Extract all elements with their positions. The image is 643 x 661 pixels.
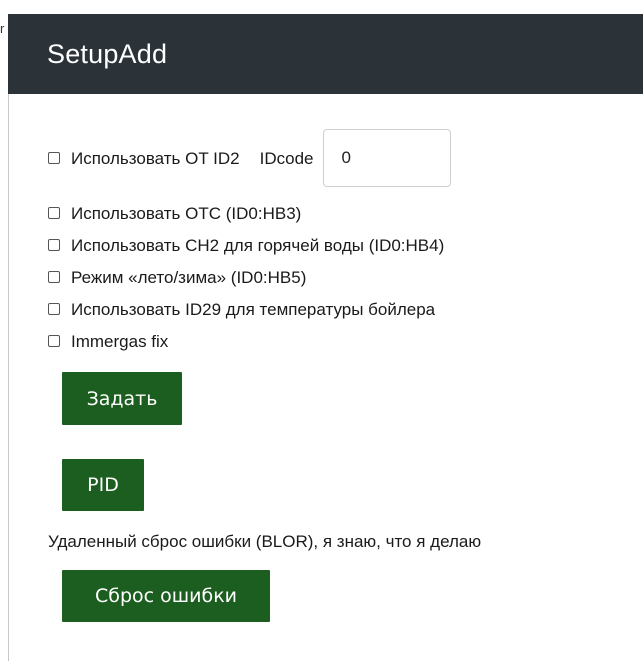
option-row-immergas: Immergas fix [48, 329, 168, 353]
option-row-ch2: Использовать CH2 для горячей воды (ID0:H… [48, 233, 444, 257]
header-bar: SetupAdd [8, 14, 643, 94]
checkbox-summer-winter[interactable] [48, 271, 60, 283]
page: r SetupAdd Использовать OT ID2 IDcode Ис… [0, 0, 643, 661]
option-row-otc: Использовать OTC (ID0:HB3) [48, 201, 301, 225]
option-label-immergas: Immergas fix [71, 331, 169, 351]
checkbox-immergas[interactable] [48, 335, 60, 347]
settings-form: Использовать OT ID2 IDcode Использовать … [48, 94, 643, 661]
top-strip [8, 0, 643, 14]
left-window-edge: r [0, 0, 9, 661]
option-label-otc: Использовать OTC (ID0:HB3) [71, 203, 302, 223]
option-label-ch2: Использовать CH2 для горячей воды (ID0:H… [71, 235, 445, 255]
pid-button[interactable]: PID [62, 459, 144, 511]
option-row-ot-id2: Использовать OT ID2 IDcode [48, 129, 452, 187]
reset-error-button[interactable]: Сброс ошибки [62, 570, 270, 622]
idcode-input[interactable] [323, 129, 452, 187]
set-button[interactable]: Задать [62, 372, 182, 425]
option-label-id29: Использовать ID29 для температуры бойлер… [71, 299, 436, 319]
checkbox-id29[interactable] [48, 303, 60, 315]
idcode-label: IDcode [259, 148, 314, 168]
checkbox-ot-id2[interactable] [48, 152, 60, 164]
edge-glyph: r [0, 21, 5, 36]
option-label-summer-winter: Режим «лето/зима» (ID0:HB5) [71, 267, 307, 287]
checkbox-ch2[interactable] [48, 239, 60, 251]
page-title: SetupAdd [47, 38, 168, 69]
option-row-id29: Использовать ID29 для температуры бойлер… [48, 297, 435, 321]
remote-reset-note: Удаленный сброс ошибки (BLOR), я знаю, ч… [48, 532, 482, 551]
option-row-summer-winter: Режим «лето/зима» (ID0:HB5) [48, 265, 306, 289]
checkbox-otc[interactable] [48, 207, 60, 219]
option-label-ot-id2: Использовать OT ID2 [71, 148, 240, 168]
